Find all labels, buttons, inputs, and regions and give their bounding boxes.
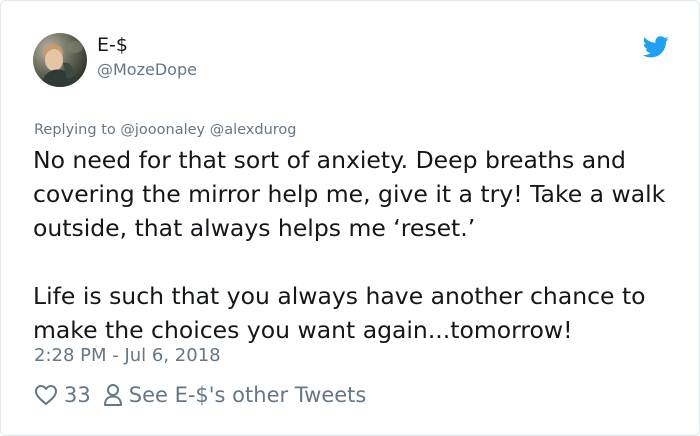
- twitter-bird-icon[interactable]: [642, 36, 669, 58]
- tweet-paragraph: No need for that sort of anxiety. Deep b…: [33, 146, 666, 242]
- user-handle[interactable]: @MozeDope: [97, 60, 197, 79]
- tweet-card: E-$ @MozeDope Replying to @jooonaley @al…: [0, 0, 700, 436]
- tweet-paragraph: Life is such that you always have anothe…: [33, 282, 646, 344]
- tweet-actions: 33 See E-$'s other Tweets: [34, 381, 366, 409]
- reply-mentions[interactable]: @jooonaley @alexdurog: [120, 122, 296, 138]
- reply-context: Replying to @jooonaley @alexdurog: [34, 122, 297, 138]
- avatar[interactable]: [33, 33, 87, 87]
- tweet-timestamp[interactable]: 2:28 PM - Jul 6, 2018: [34, 345, 221, 366]
- avatar-image: [33, 33, 87, 87]
- heart-icon[interactable]: [34, 384, 58, 406]
- person-icon[interactable]: [103, 383, 123, 407]
- see-other-tweets-link[interactable]: See E-$'s other Tweets: [129, 383, 367, 407]
- display-name[interactable]: E-$: [97, 34, 128, 56]
- tweet-text: No need for that sort of anxiety. Deep b…: [33, 143, 673, 347]
- reply-prefix: Replying to: [34, 122, 116, 138]
- like-count[interactable]: 33: [64, 383, 91, 407]
